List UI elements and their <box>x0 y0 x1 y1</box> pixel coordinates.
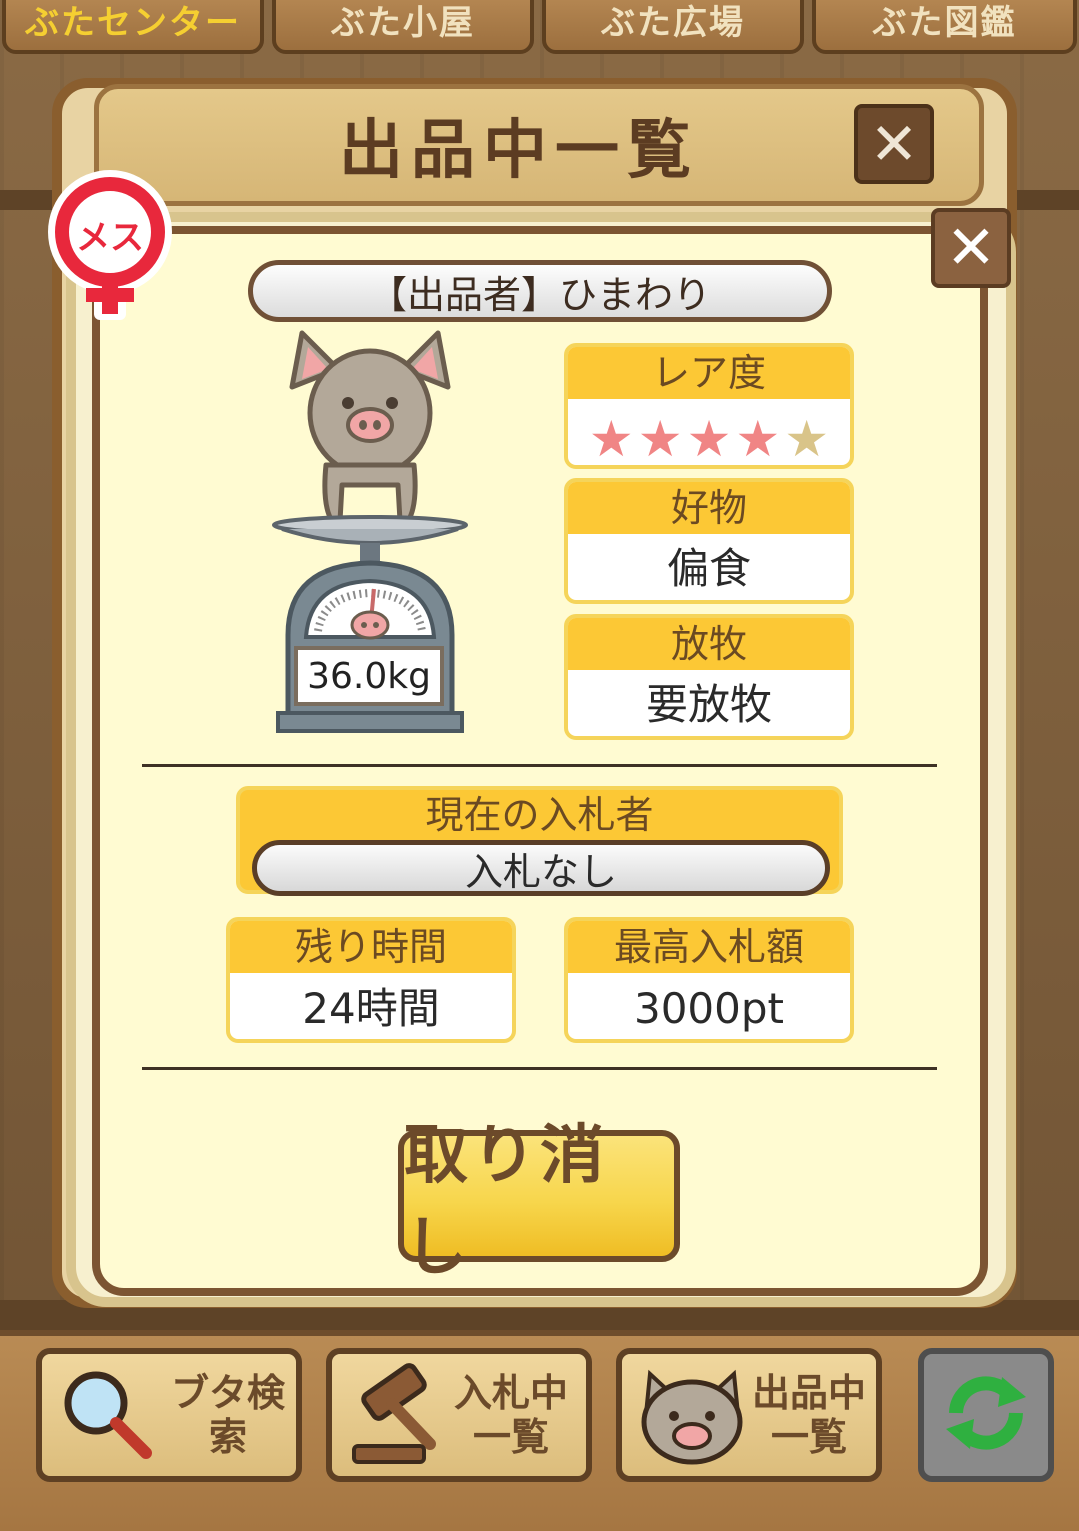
highest-bid-card: 最高入札額 3000pt <box>564 917 854 1043</box>
divider <box>142 1067 937 1070</box>
pig-search-button[interactable]: ブタ検索 <box>36 1348 302 1482</box>
favorite-food-card: 好物 偏食 <box>564 478 854 604</box>
divider <box>142 764 937 767</box>
rarity-card: レア度 ★ ★ ★ ★ ★ <box>564 343 854 469</box>
weight-readout: 36.0kg <box>294 646 444 706</box>
cancel-listing-button[interactable]: 取り消し <box>398 1119 680 1285</box>
tab-buta-encyclopedia[interactable]: ぶた図鑑 <box>812 0 1077 54</box>
remaining-time-label: 残り時間 <box>230 921 512 973</box>
pig-search-label: ブタ検索 <box>170 1371 285 1459</box>
gender-label: メス <box>76 218 144 258</box>
tab-buta-hut[interactable]: ぶた小屋 <box>272 0 534 54</box>
rarity-stars: ★ ★ ★ ★ ★ <box>568 399 850 468</box>
listing-panel-header: 出品中一覧 <box>94 84 984 206</box>
current-bidder-label: 現在の入札者 <box>425 793 654 837</box>
star-empty-icon: ★ <box>784 410 830 468</box>
favorite-food-label: 好物 <box>568 482 850 534</box>
page-title: 出品中一覧 <box>339 114 699 188</box>
close-listing-button[interactable]: ✕ <box>854 104 934 184</box>
star-filled-icon: ★ <box>637 410 683 468</box>
tab-buta-plaza[interactable]: ぶた広場 <box>542 0 804 54</box>
star-filled-icon: ★ <box>735 410 781 468</box>
remaining-time-value: 24時間 <box>302 984 440 1033</box>
highest-bid-label: 最高入札額 <box>568 921 850 973</box>
seller-name: 【出品者】ひまわり <box>248 260 832 322</box>
listing-list-label: 出品中 一覧 <box>752 1371 866 1459</box>
bidding-list-label-line1: 入札中 <box>454 1371 569 1415</box>
current-bidder-card: 現在の入札者 入札なし <box>236 786 843 896</box>
current-bidder-value: 入札なし <box>252 840 830 896</box>
grazing-value: 要放牧 <box>645 680 772 729</box>
favorite-food-value: 偏食 <box>666 544 751 593</box>
listing-list-button[interactable]: 出品中 一覧 <box>616 1348 882 1482</box>
bidding-list-button[interactable]: 入札中 一覧 <box>326 1348 592 1482</box>
refresh-icon <box>936 1363 1036 1467</box>
grazing-label: 放牧 <box>568 618 850 670</box>
refresh-button[interactable] <box>918 1348 1054 1482</box>
rarity-label: レア度 <box>568 347 850 399</box>
remaining-time-card: 残り時間 24時間 <box>226 917 516 1043</box>
bidding-list-label-line2: 一覧 <box>473 1415 550 1459</box>
pig-face-icon <box>632 1358 752 1472</box>
bidding-list-label: 入札中 一覧 <box>454 1371 568 1459</box>
gavel-icon <box>344 1358 454 1472</box>
grazing-card: 放牧 要放牧 <box>564 614 854 740</box>
tab-buta-center[interactable]: ぶたセンター <box>2 0 264 54</box>
magnifier-icon <box>56 1363 156 1467</box>
highest-bid-value: 3000pt <box>633 984 784 1033</box>
listing-list-label-line2: 一覧 <box>771 1415 848 1459</box>
star-filled-icon: ★ <box>686 410 732 468</box>
star-filled-icon: ★ <box>588 410 634 468</box>
listing-list-label-line1: 出品中 <box>752 1371 867 1415</box>
top-tab-bar: ぶたセンター ぶた小屋 ぶた広場 ぶた図鑑 <box>0 0 1079 60</box>
female-gender-icon: メス <box>44 170 176 320</box>
close-detail-button[interactable]: ✕ <box>931 208 1011 288</box>
